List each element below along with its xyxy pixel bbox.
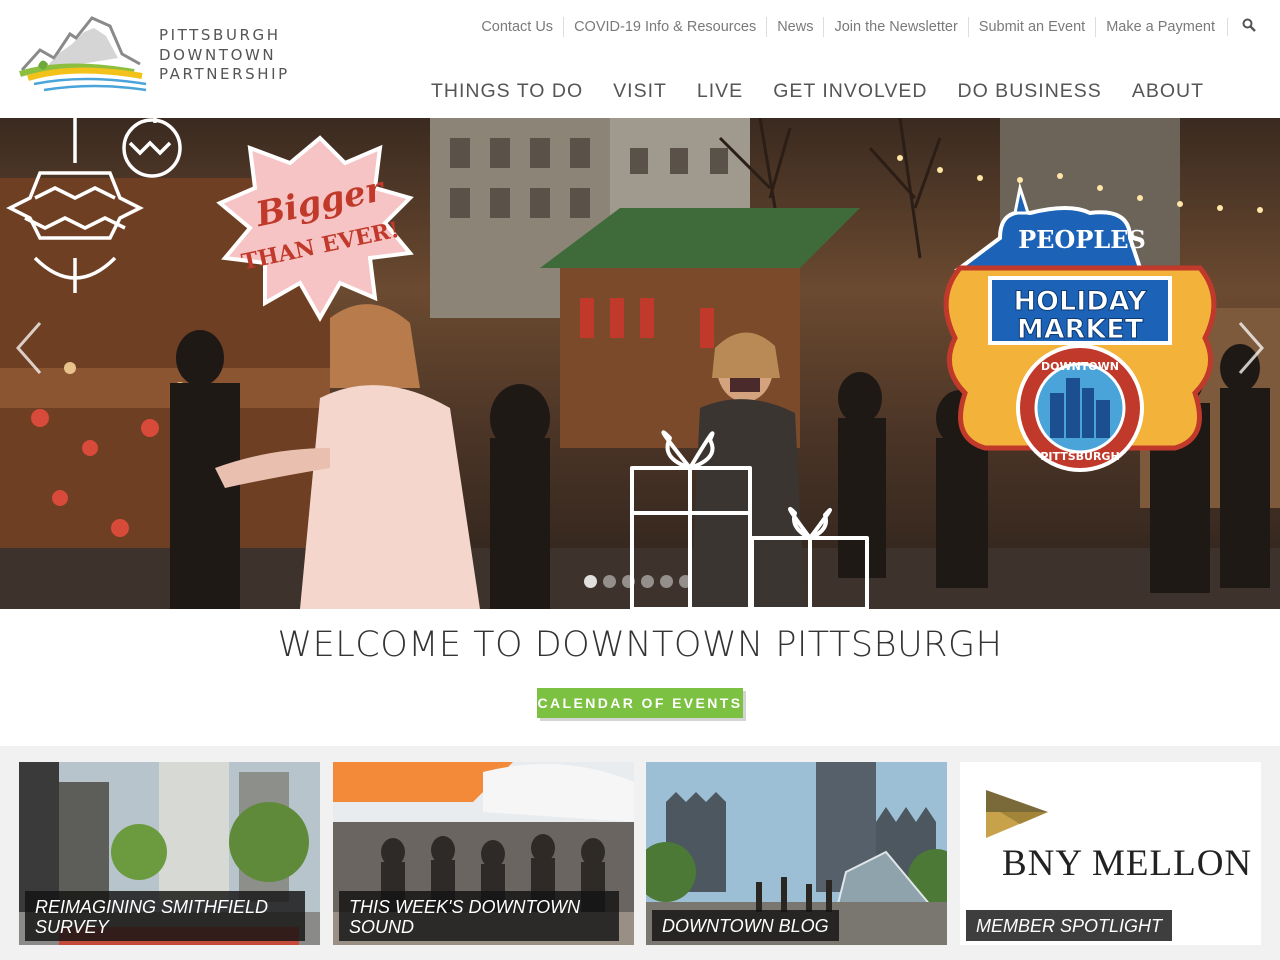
site-logo[interactable]: PITTSBURGH DOWNTOWN PARTNERSHIP — [14, 14, 294, 98]
calendar-of-events-button[interactable]: CALENDAR OF EVENTS — [537, 688, 743, 718]
hero-slider[interactable]: Bigger THAN EVER! PEOPLES HOLIDAY MARKET… — [0, 118, 1280, 609]
util-link-news[interactable]: News — [766, 17, 823, 37]
tile-label-smithfield: REIMAGINING SMITHFIELD SURVEY — [25, 891, 305, 941]
util-link-covid[interactable]: COVID-19 Info & Resources — [563, 17, 766, 37]
slider-prev-arrow[interactable] — [10, 318, 50, 378]
nav-things-to-do[interactable]: THINGS TO DO — [416, 80, 598, 103]
util-link-payment[interactable]: Make a Payment — [1095, 17, 1225, 37]
tile-label-member-spotlight: MEMBER SPOTLIGHT — [966, 910, 1173, 941]
logo-line-3: PARTNERSHIP — [159, 65, 290, 83]
tile-downtown-sound[interactable]: THIS WEEK'S DOWNTOWN SOUND — [333, 762, 634, 945]
util-link-newsletter[interactable]: Join the Newsletter — [823, 17, 967, 37]
welcome-heading: WELCOME TO DOWNTOWN PITTSBURGH — [277, 625, 1003, 665]
nav-about[interactable]: ABOUT — [1117, 80, 1219, 103]
nav-get-involved[interactable]: GET INVOLVED — [758, 80, 942, 103]
sponsor-name: BNY MELLON — [1002, 843, 1253, 884]
utility-nav: Contact Us COVID-19 Info & Resources New… — [471, 17, 1256, 37]
main-nav: THINGS TO DO VISIT LIVE GET INVOLVED DO … — [416, 80, 1219, 103]
slider-dot-2[interactable] — [603, 575, 616, 588]
slider-dot-3[interactable] — [622, 575, 635, 588]
slider-dot-4[interactable] — [641, 575, 654, 588]
tile-member-spotlight[interactable]: BNY MELLON MEMBER SPOTLIGHT — [960, 762, 1261, 945]
emblem-downtown: DOWNTOWN — [1041, 360, 1119, 373]
holiday-market-photo: Bigger THAN EVER! PEOPLES HOLIDAY MARKET… — [0, 118, 1280, 609]
logo-line-2: DOWNTOWN — [159, 45, 277, 64]
search-icon[interactable] — [1227, 18, 1256, 36]
logo-line-1: PITTSBURGH — [159, 26, 281, 44]
slider-next-arrow[interactable] — [1230, 318, 1270, 378]
tile-reimagining-smithfield[interactable]: REIMAGINING SMITHFIELD SURVEY — [19, 762, 320, 945]
slider-dot-6[interactable] — [679, 575, 692, 588]
nav-live[interactable]: LIVE — [682, 80, 758, 103]
nav-do-business[interactable]: DO BUSINESS — [943, 80, 1117, 103]
nav-visit[interactable]: VISIT — [598, 80, 682, 103]
tile-label-downtown-sound: THIS WEEK'S DOWNTOWN SOUND — [339, 891, 619, 941]
slider-dot-5[interactable] — [660, 575, 673, 588]
emblem-pittsburgh: PITTSBURGH — [1040, 450, 1119, 463]
slider-dot-1[interactable] — [584, 575, 597, 588]
skyline-logo-icon — [19, 16, 147, 92]
emblem-market: MARKET — [1017, 314, 1144, 345]
util-link-contact[interactable]: Contact Us — [471, 17, 563, 37]
site-header: PITTSBURGH DOWNTOWN PARTNERSHIP Contact … — [0, 0, 1280, 118]
tile-downtown-blog[interactable]: DOWNTOWN BLOG — [646, 762, 947, 945]
emblem-peoples: PEOPLES — [1018, 225, 1146, 254]
slider-dots — [584, 575, 692, 588]
emblem-holiday: HOLIDAY — [1013, 286, 1147, 317]
logo-wordmark: PITTSBURGH DOWNTOWN PARTNERSHIP — [159, 26, 290, 85]
util-link-submit-event[interactable]: Submit an Event — [967, 17, 1095, 37]
tile-label-blog: DOWNTOWN BLOG — [652, 910, 839, 941]
